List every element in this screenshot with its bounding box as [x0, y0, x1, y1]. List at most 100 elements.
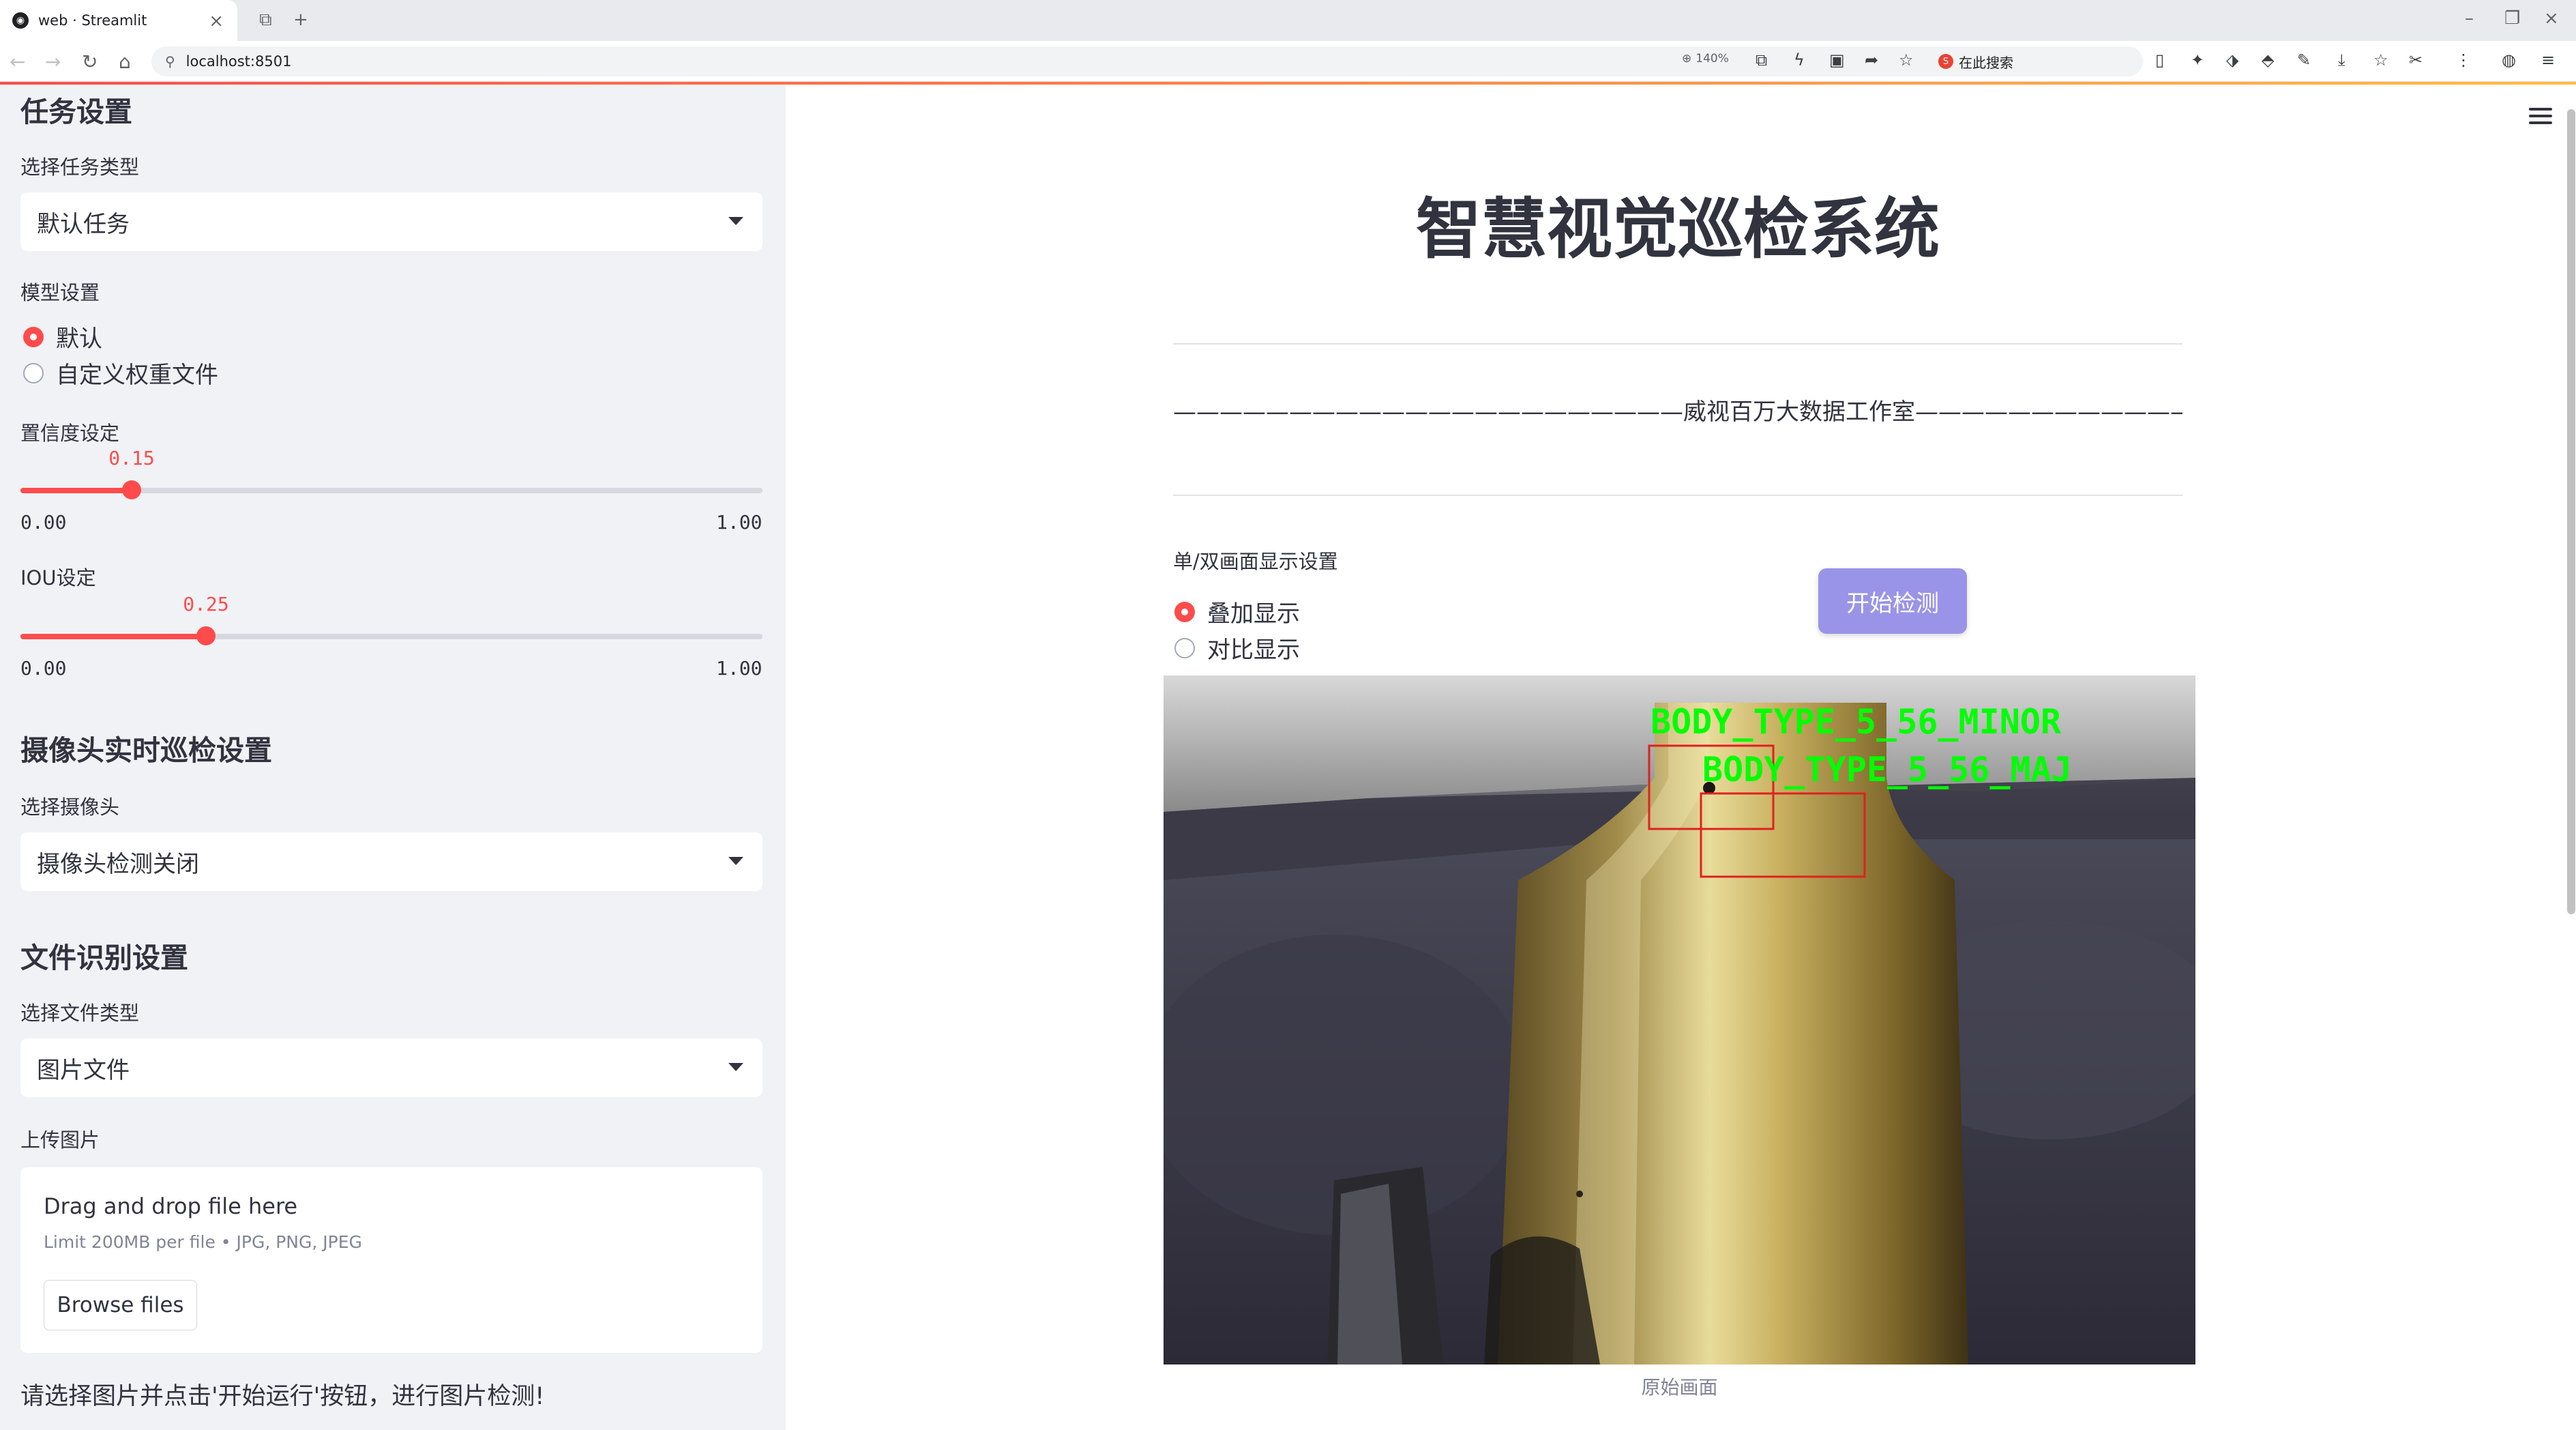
- camera-select-value: 摄像头检测关闭: [37, 850, 199, 878]
- iou-label: IOU设定: [20, 566, 96, 589]
- uploader-limit: Limit 200MB per file • JPG, PNG, JPEG: [44, 1232, 362, 1252]
- detection-image-render: BODY_TYPE_5_56_MINOR BODY_TYPE_5_56_MAJ: [1164, 675, 2195, 1365]
- task-type-value: 默认任务: [37, 210, 130, 238]
- file-type-label: 选择文件类型: [20, 1002, 140, 1025]
- detection-image: BODY_TYPE_5_56_MINOR BODY_TYPE_5_56_MAJ: [1164, 675, 2195, 1365]
- camera-settings-heading: 摄像头实时巡检设置: [20, 734, 272, 767]
- display-radio-compare[interactable]: 对比显示: [1174, 631, 1300, 665]
- file-type-value: 图片文件: [37, 1056, 130, 1084]
- zoom-indicator[interactable]: ⊕ 140%: [1682, 52, 1729, 65]
- reload-icon[interactable]: ↻: [82, 50, 98, 73]
- divider-top: [1173, 343, 2182, 345]
- camera-select[interactable]: 摄像头检测关闭: [20, 832, 763, 891]
- confidence-value: 0.15: [108, 447, 155, 469]
- confidence-slider[interactable]: 0.15: [20, 447, 763, 499]
- browser-toolbar: ← → ↻ ⌂ ⚲ localhost:8501: [0, 41, 2576, 82]
- screenshot-icon[interactable]: ✂: [2409, 50, 2423, 70]
- file-type-select[interactable]: 图片文件: [20, 1038, 763, 1097]
- confidence-max: 1.00: [716, 511, 763, 534]
- collections-icon[interactable]: ⬗: [2226, 50, 2238, 70]
- chevron-down-icon: [728, 1063, 743, 1071]
- chevron-down-icon: [728, 217, 743, 225]
- menu-icon[interactable]: ≡: [2541, 50, 2555, 70]
- search-placeholder: 在此搜索: [1959, 54, 2013, 71]
- new-tab-icon[interactable]: +: [293, 10, 308, 30]
- translate-ext-icon[interactable]: ⬘: [2262, 50, 2274, 70]
- tab-group-icon[interactable]: ⧉: [259, 10, 272, 31]
- sidebar-instruction: 请选择图片并点击'开始运行'按钮，进行图片检测!: [20, 1383, 545, 1410]
- model-option-default: 默认: [56, 325, 102, 353]
- upload-label: 上传图片: [20, 1128, 100, 1152]
- browse-files-button[interactable]: Browse files: [44, 1280, 197, 1330]
- browser-tab[interactable]: ◉ web · Streamlit ×: [0, 0, 237, 41]
- search-engine-icon: S: [1938, 54, 1953, 69]
- restore-icon[interactable]: ❐: [2504, 8, 2520, 29]
- display-option-compare: 对比显示: [1207, 637, 1300, 664]
- app-menu-icon[interactable]: [2529, 108, 2552, 128]
- model-radio-custom[interactable]: 自定义权重文件: [23, 356, 218, 390]
- iou-value: 0.25: [183, 593, 229, 615]
- browser-search-box[interactable]: S 在此搜索: [1938, 48, 2136, 75]
- profile-avatar-icon[interactable]: ◍: [2502, 50, 2516, 70]
- file-uploader-dropzone[interactable]: Drag and drop file here Limit 200MB per …: [20, 1167, 763, 1353]
- camera-select-label: 选择摄像头: [20, 796, 120, 819]
- uploader-title: Drag and drop file here: [44, 1193, 298, 1219]
- window-close-icon[interactable]: ×: [2544, 8, 2559, 29]
- share-icon[interactable]: ➦: [1865, 50, 1878, 70]
- confidence-slider-fill: [20, 488, 132, 493]
- confidence-label: 置信度设定: [20, 422, 120, 445]
- forward-icon[interactable]: →: [45, 50, 61, 73]
- display-radio-overlay[interactable]: 叠加显示: [1174, 595, 1300, 628]
- tab-close-icon[interactable]: ×: [209, 11, 224, 31]
- translate-icon[interactable]: ⧉: [1756, 50, 1767, 70]
- radio-selected-icon: [23, 326, 44, 347]
- radio-unselected-icon: [1174, 637, 1195, 658]
- browser-tabbar: ◉ web · Streamlit × ⧉ + – ❐ ×: [0, 0, 2576, 41]
- display-mode-label: 单/双画面显示设置: [1173, 550, 1338, 573]
- lightning-icon[interactable]: ϟ: [1794, 50, 1805, 70]
- zoom-level: 140%: [1696, 52, 1729, 65]
- extension-icon[interactable]: ▣: [1829, 50, 1845, 70]
- zoom-icon: ⊕: [1682, 52, 1692, 65]
- iou-slider-thumb[interactable]: [196, 626, 216, 645]
- confidence-slider-thumb[interactable]: [122, 480, 141, 499]
- task-settings-heading: 任务设置: [20, 96, 132, 128]
- bookmark-star-icon[interactable]: ☆: [1899, 50, 1914, 70]
- tab-title: web · Streamlit: [38, 12, 147, 29]
- task-type-select[interactable]: 默认任务: [20, 192, 763, 251]
- task-type-label: 选择任务类型: [20, 156, 140, 179]
- streamlit-favicon-icon: ◉: [12, 12, 29, 29]
- ai-assistant-icon[interactable]: ✦: [2191, 50, 2204, 70]
- file-settings-heading: 文件识别设置: [20, 942, 188, 974]
- radio-selected-icon: [1174, 601, 1195, 622]
- minimize-icon[interactable]: –: [2465, 8, 2474, 29]
- page-subtitle: ——————————————————————威视百万大数据工作室————————…: [1173, 398, 2182, 426]
- chevron-down-icon: [728, 857, 743, 865]
- detection-label-minor: BODY_TYPE_5_56_MINOR: [1650, 702, 2062, 742]
- home-icon[interactable]: ⌂: [119, 50, 131, 73]
- model-settings-label: 模型设置: [20, 281, 100, 304]
- iou-slider-fill: [20, 634, 206, 639]
- download-icon[interactable]: ⤓: [2338, 50, 2345, 70]
- url-text: localhost:8501: [186, 53, 292, 70]
- favorites-icon[interactable]: ☆: [2373, 50, 2388, 70]
- image-caption: 原始画面: [1641, 1376, 1718, 1399]
- back-icon[interactable]: ←: [10, 50, 25, 73]
- divider-bottom: [1173, 495, 2182, 496]
- display-option-overlay: 叠加显示: [1207, 600, 1300, 628]
- more-icon[interactable]: ⋮: [2455, 50, 2472, 70]
- model-radio-default[interactable]: 默认: [23, 320, 102, 353]
- detection-label-major: BODY_TYPE_5_56_MAJ: [1702, 750, 2072, 789]
- confidence-min: 0.00: [20, 511, 67, 534]
- main-scrollbar[interactable]: [2567, 109, 2575, 914]
- radio-unselected-icon: [23, 362, 44, 383]
- iou-min: 0.00: [20, 657, 67, 680]
- start-detection-button[interactable]: 开始检测: [1818, 568, 1967, 634]
- page-title: 智慧视觉巡检系统: [1416, 191, 1940, 267]
- site-info-icon[interactable]: ⚲: [165, 53, 175, 70]
- phone-icon[interactable]: ▯: [2155, 50, 2164, 70]
- iou-slider[interactable]: 0.25: [20, 593, 763, 645]
- model-option-custom: 自定义权重文件: [56, 362, 218, 389]
- iou-max: 1.00: [716, 657, 763, 680]
- notes-icon[interactable]: ✎: [2297, 50, 2311, 70]
